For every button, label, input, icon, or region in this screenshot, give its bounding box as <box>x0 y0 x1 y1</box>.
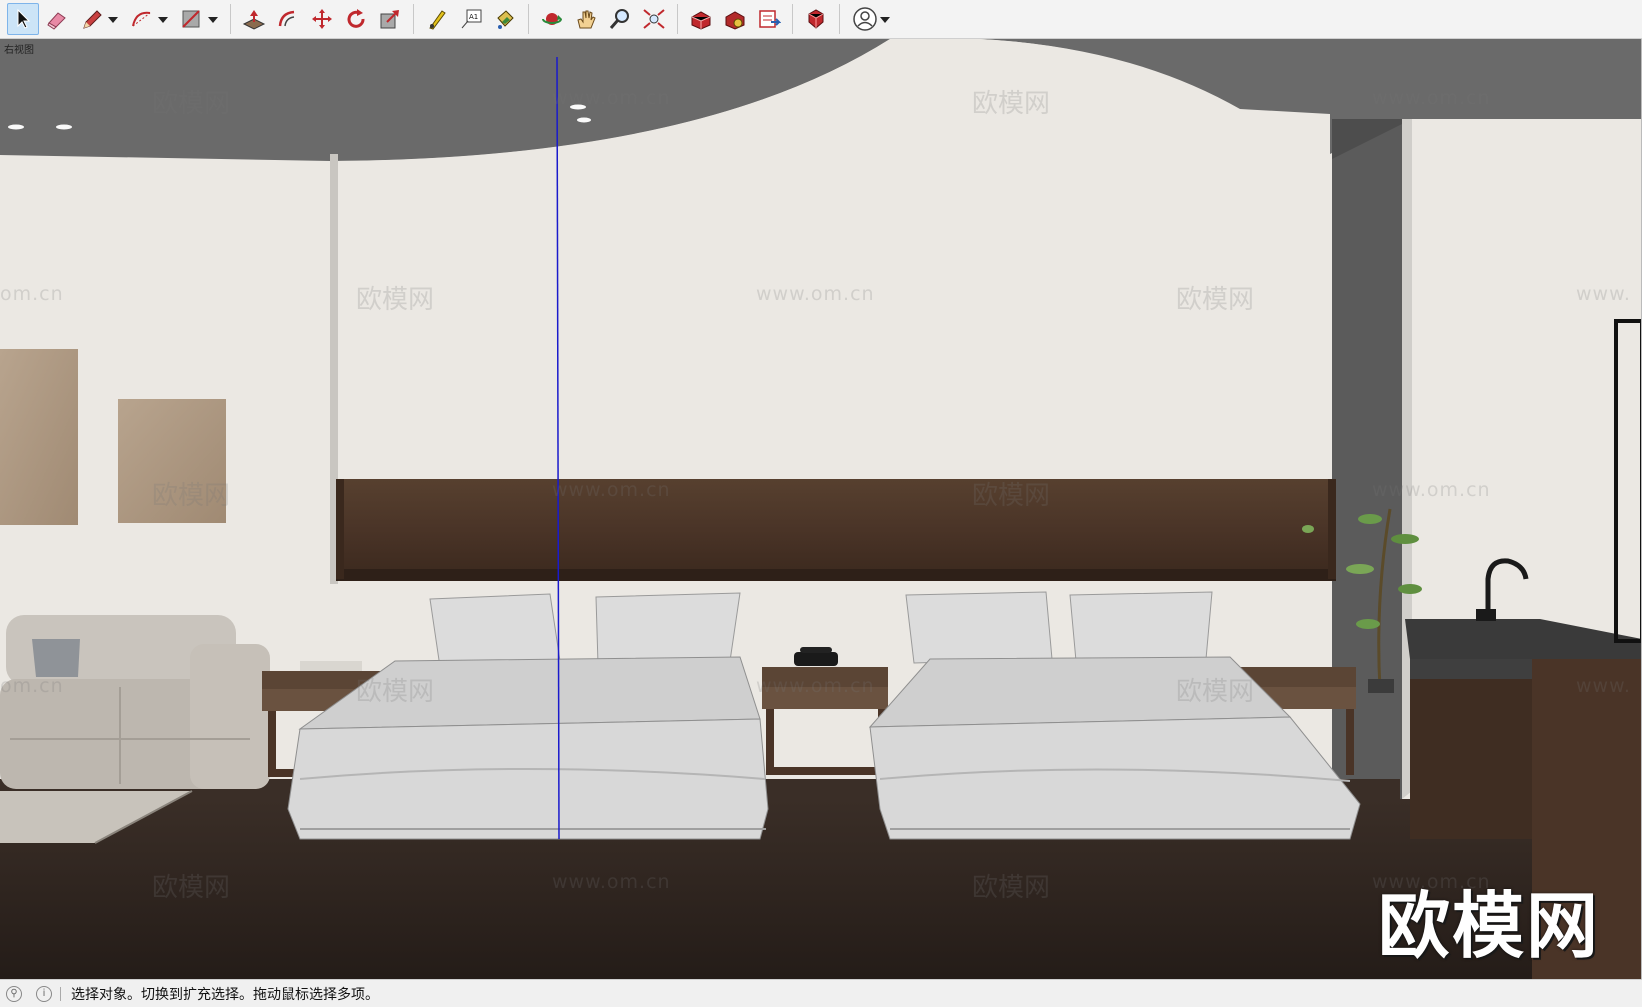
wall-art-panel <box>118 399 226 523</box>
push-pull-icon <box>242 10 266 30</box>
layout-icon <box>759 10 781 28</box>
scale-tool-button[interactable] <box>374 3 406 35</box>
ceiling-light <box>8 124 24 130</box>
eraser-tool-button[interactable] <box>41 3 73 35</box>
info-icon[interactable]: i <box>36 985 52 1002</box>
3d-warehouse-button[interactable] <box>685 3 717 35</box>
account-button[interactable] <box>847 3 895 35</box>
ruby-icon <box>808 9 824 29</box>
headboard-panel <box>336 479 1336 581</box>
move-tool-button[interactable] <box>306 3 338 35</box>
zoom-extents-button[interactable] <box>638 3 670 35</box>
send-to-layout-button[interactable] <box>753 3 785 35</box>
chevron-down-icon[interactable] <box>108 17 118 23</box>
offset-tool-button[interactable] <box>272 3 304 35</box>
tape-measure-icon <box>429 10 446 30</box>
eraser-icon <box>47 12 66 30</box>
zoom-tool-button[interactable] <box>604 3 636 35</box>
paint-bucket-tool-button[interactable] <box>489 3 521 35</box>
geo-location-icon[interactable]: ⚲ <box>6 985 22 1002</box>
paint-bucket-icon <box>497 10 514 29</box>
toolbar-divider <box>839 4 840 34</box>
select-tool-button[interactable] <box>7 3 39 35</box>
sofa <box>0 615 270 789</box>
zoom-extents-icon <box>643 9 665 29</box>
telephone <box>794 652 838 666</box>
extension-warehouse-button[interactable] <box>719 3 751 35</box>
move-icon <box>312 9 332 29</box>
scale-icon <box>380 10 399 29</box>
toolbar-divider <box>413 4 414 34</box>
toolbar-divider <box>528 4 529 34</box>
line-tool-button[interactable] <box>75 3 123 35</box>
pencil-icon <box>83 10 102 29</box>
wall-art-panel <box>0 349 78 525</box>
rotate-icon <box>347 9 365 28</box>
ceiling-light <box>577 117 591 123</box>
offset-icon <box>278 10 295 27</box>
text-label-icon: A1 <box>461 9 482 29</box>
headboard-panel-edge <box>1328 479 1336 579</box>
model-viewport[interactable]: 右视图 欧模网 www.om.cn 欧模网 www.om.cn om.cn 欧模… <box>0 39 1642 979</box>
main-toolbar: A1 <box>0 0 1642 39</box>
push-pull-tool-button[interactable] <box>238 3 270 35</box>
status-bar: ⚲ i 选择对象。切换到扩充选择。拖动鼠标选择多项。 <box>0 979 1642 1007</box>
orbit-icon <box>542 13 562 25</box>
ceiling-light <box>570 104 586 110</box>
extension-icon <box>725 11 745 30</box>
hand-icon <box>577 10 596 29</box>
text-tool-button[interactable]: A1 <box>455 3 487 35</box>
warehouse-icon <box>691 11 711 30</box>
arc-tool-button[interactable] <box>125 3 173 35</box>
ceiling-light <box>56 124 72 130</box>
pan-tool-button[interactable] <box>570 3 602 35</box>
3d-scene <box>0 39 1642 979</box>
user-icon <box>853 7 877 31</box>
headboard-panel-edge <box>336 479 344 579</box>
brand-logo-text: 欧模网 <box>1378 884 1601 968</box>
orbit-tool-button[interactable] <box>536 3 568 35</box>
toolbar-divider <box>230 4 231 34</box>
rectangle-icon <box>182 10 200 28</box>
extension-manager-button[interactable] <box>800 3 832 35</box>
arrow-cursor-icon <box>17 8 31 29</box>
toolbar-divider <box>677 4 678 34</box>
scene-view-label: 右视图 <box>4 45 34 56</box>
rectangle-tool-button[interactable] <box>175 3 223 35</box>
headboard-panel-shadow <box>336 569 1336 581</box>
toolbar-divider <box>792 4 793 34</box>
arc-icon <box>132 11 151 27</box>
rotate-tool-button[interactable] <box>340 3 372 35</box>
magnifier-icon <box>609 9 629 29</box>
chevron-down-icon[interactable] <box>208 17 218 23</box>
status-message: 选择对象。切换到扩充选择。拖动鼠标选择多项。 <box>71 986 379 1003</box>
chevron-down-icon[interactable] <box>158 17 168 23</box>
chevron-down-icon[interactable] <box>880 17 890 23</box>
tape-measure-tool-button[interactable] <box>421 3 453 35</box>
svg-text:A1: A1 <box>469 13 478 21</box>
wall-column <box>1332 119 1402 839</box>
status-divider <box>60 986 61 1001</box>
